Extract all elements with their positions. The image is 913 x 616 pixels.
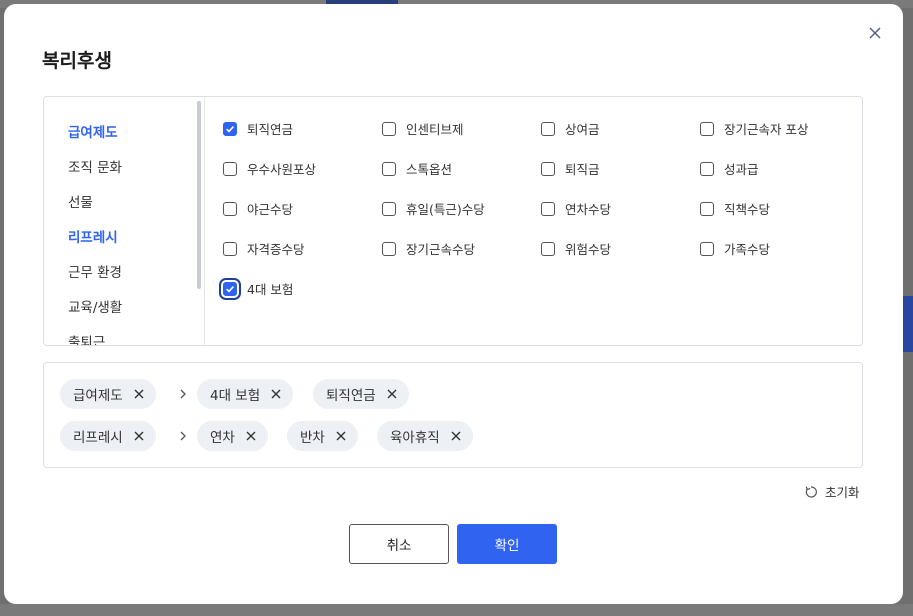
chevron-right-icon	[178, 430, 188, 442]
checkbox-icon[interactable]	[223, 161, 237, 176]
remove-icon[interactable]	[133, 388, 145, 400]
selected-item-chip[interactable]: 퇴직연금	[313, 379, 409, 409]
category-item-commute[interactable]: 출퇴근	[68, 331, 105, 345]
option-label: 성과급	[724, 162, 759, 177]
option-label: 장기근속수당	[406, 242, 476, 257]
selected-item-chip[interactable]: 반차	[287, 421, 358, 451]
chip-label: 4대 보험	[210, 388, 261, 404]
option-checkbox[interactable]: 가족수당	[700, 239, 770, 258]
checkbox-icon[interactable]	[700, 161, 714, 176]
chip-label: 연차	[210, 430, 235, 446]
option-checkbox[interactable]: 우수사원포상	[223, 159, 316, 178]
checkbox-icon[interactable]	[541, 161, 555, 176]
reset-button[interactable]: 초기화	[804, 482, 860, 501]
selected-item-chip[interactable]: 4대 보험	[197, 379, 294, 409]
benefits-dialog: 복리후생 급여제도 조직 문화 선물 리프레시 근무 환경 교육/생활 출퇴근 …	[4, 4, 903, 604]
option-label: 퇴직금	[565, 162, 600, 177]
option-label: 직책수당	[724, 202, 771, 217]
option-label: 스톡옵션	[406, 162, 453, 177]
selected-chips-panel: 급여제도 4대 보험 퇴직연금리프레시 연차 반차 육아휴직	[43, 362, 863, 468]
option-checkbox[interactable]: 장기근속수당	[382, 239, 475, 258]
reset-label: 초기화	[825, 485, 860, 500]
chip-label: 퇴직연금	[326, 388, 376, 404]
option-checkbox[interactable]: 퇴직연금	[223, 119, 293, 138]
checkbox-icon[interactable]	[541, 241, 555, 256]
category-item-gift[interactable]: 선물	[68, 191, 93, 211]
benefit-selector: 급여제도 조직 문화 선물 리프레시 근무 환경 교육/생활 출퇴근 퇴직연금 인…	[43, 96, 863, 346]
checkbox-icon[interactable]	[223, 201, 237, 216]
checkbox-icon[interactable]	[382, 241, 396, 256]
option-checkbox[interactable]: 상여금	[541, 119, 600, 138]
remove-icon[interactable]	[270, 388, 282, 400]
background-button	[903, 296, 913, 352]
chip-label: 반차	[300, 430, 325, 446]
option-label: 자격증수당	[247, 242, 305, 257]
option-label: 퇴직연금	[247, 122, 294, 137]
option-checkbox[interactable]: 자격증수당	[223, 239, 305, 258]
selected-item-chip[interactable]: 연차	[197, 421, 268, 451]
option-checkbox[interactable]: 인센티브제	[382, 119, 464, 138]
option-checkbox[interactable]: 연차수당	[541, 199, 611, 218]
option-label: 인센티브제	[406, 122, 464, 137]
remove-icon[interactable]	[245, 430, 257, 442]
category-list: 급여제도 조직 문화 선물 리프레시 근무 환경 교육/생활 출퇴근	[44, 97, 205, 345]
category-scrollbar[interactable]	[197, 101, 201, 289]
chip-label: 육아휴직	[390, 430, 440, 446]
chevron-right-icon	[178, 388, 188, 400]
option-label: 휴일(특근)수당	[406, 202, 485, 217]
dialog-title: 복리후생	[42, 50, 112, 72]
category-item-education[interactable]: 교육/생활	[68, 296, 122, 316]
checkbox-icon[interactable]	[382, 201, 396, 216]
refresh-icon	[805, 485, 817, 498]
close-icon[interactable]	[864, 22, 886, 44]
category-item-culture[interactable]: 조직 문화	[68, 156, 122, 176]
checked-box-icon[interactable]	[223, 121, 237, 136]
option-checkbox[interactable]: 성과급	[700, 159, 759, 178]
checkbox-icon[interactable]	[382, 121, 396, 136]
chip-label: 급여제도	[73, 388, 123, 404]
remove-icon[interactable]	[386, 388, 398, 400]
checked-box-icon[interactable]	[223, 281, 237, 296]
category-item-environment[interactable]: 근무 환경	[68, 261, 122, 281]
option-checkbox[interactable]: 야근수당	[223, 199, 293, 218]
cancel-button[interactable]: 취소	[349, 524, 449, 564]
checkbox-icon[interactable]	[700, 201, 714, 216]
option-checkbox[interactable]: 퇴직금	[541, 159, 600, 178]
option-label: 야근수당	[247, 202, 294, 217]
background-page-right	[903, 60, 913, 360]
option-label: 가족수당	[724, 242, 771, 257]
option-checkbox[interactable]: 휴일(특근)수당	[382, 199, 485, 218]
checkbox-icon[interactable]	[541, 121, 555, 136]
chip-label: 리프레시	[73, 430, 123, 446]
option-label: 위험수당	[565, 242, 612, 257]
option-checkbox[interactable]: 위험수당	[541, 239, 611, 258]
remove-icon[interactable]	[133, 430, 145, 442]
checkbox-icon[interactable]	[700, 121, 714, 136]
option-label: 4대 보험	[247, 282, 294, 297]
category-chip[interactable]: 리프레시	[60, 421, 156, 451]
selected-item-chip[interactable]: 육아휴직	[377, 421, 473, 451]
option-label: 연차수당	[565, 202, 612, 217]
category-chip[interactable]: 급여제도	[60, 379, 156, 409]
option-label: 상여금	[565, 122, 600, 137]
remove-icon[interactable]	[335, 430, 347, 442]
background-page-bottom	[0, 604, 913, 616]
option-label: 장기근속자 포상	[724, 122, 809, 137]
checkbox-icon[interactable]	[382, 161, 396, 176]
option-checkbox[interactable]: 4대 보험	[223, 279, 293, 298]
confirm-button[interactable]: 확인	[457, 524, 557, 564]
option-checkbox[interactable]: 스톡옵션	[382, 159, 452, 178]
remove-icon[interactable]	[450, 430, 462, 442]
category-item-salary[interactable]: 급여제도	[68, 121, 118, 141]
option-checkbox[interactable]: 장기근속자 포상	[700, 119, 808, 138]
checkbox-icon[interactable]	[223, 241, 237, 256]
option-label: 우수사원포상	[247, 162, 317, 177]
category-item-refresh[interactable]: 리프레시	[68, 226, 118, 246]
option-checkbox[interactable]: 직책수당	[700, 199, 770, 218]
checkbox-icon[interactable]	[700, 241, 714, 256]
checkbox-icon[interactable]	[541, 201, 555, 216]
